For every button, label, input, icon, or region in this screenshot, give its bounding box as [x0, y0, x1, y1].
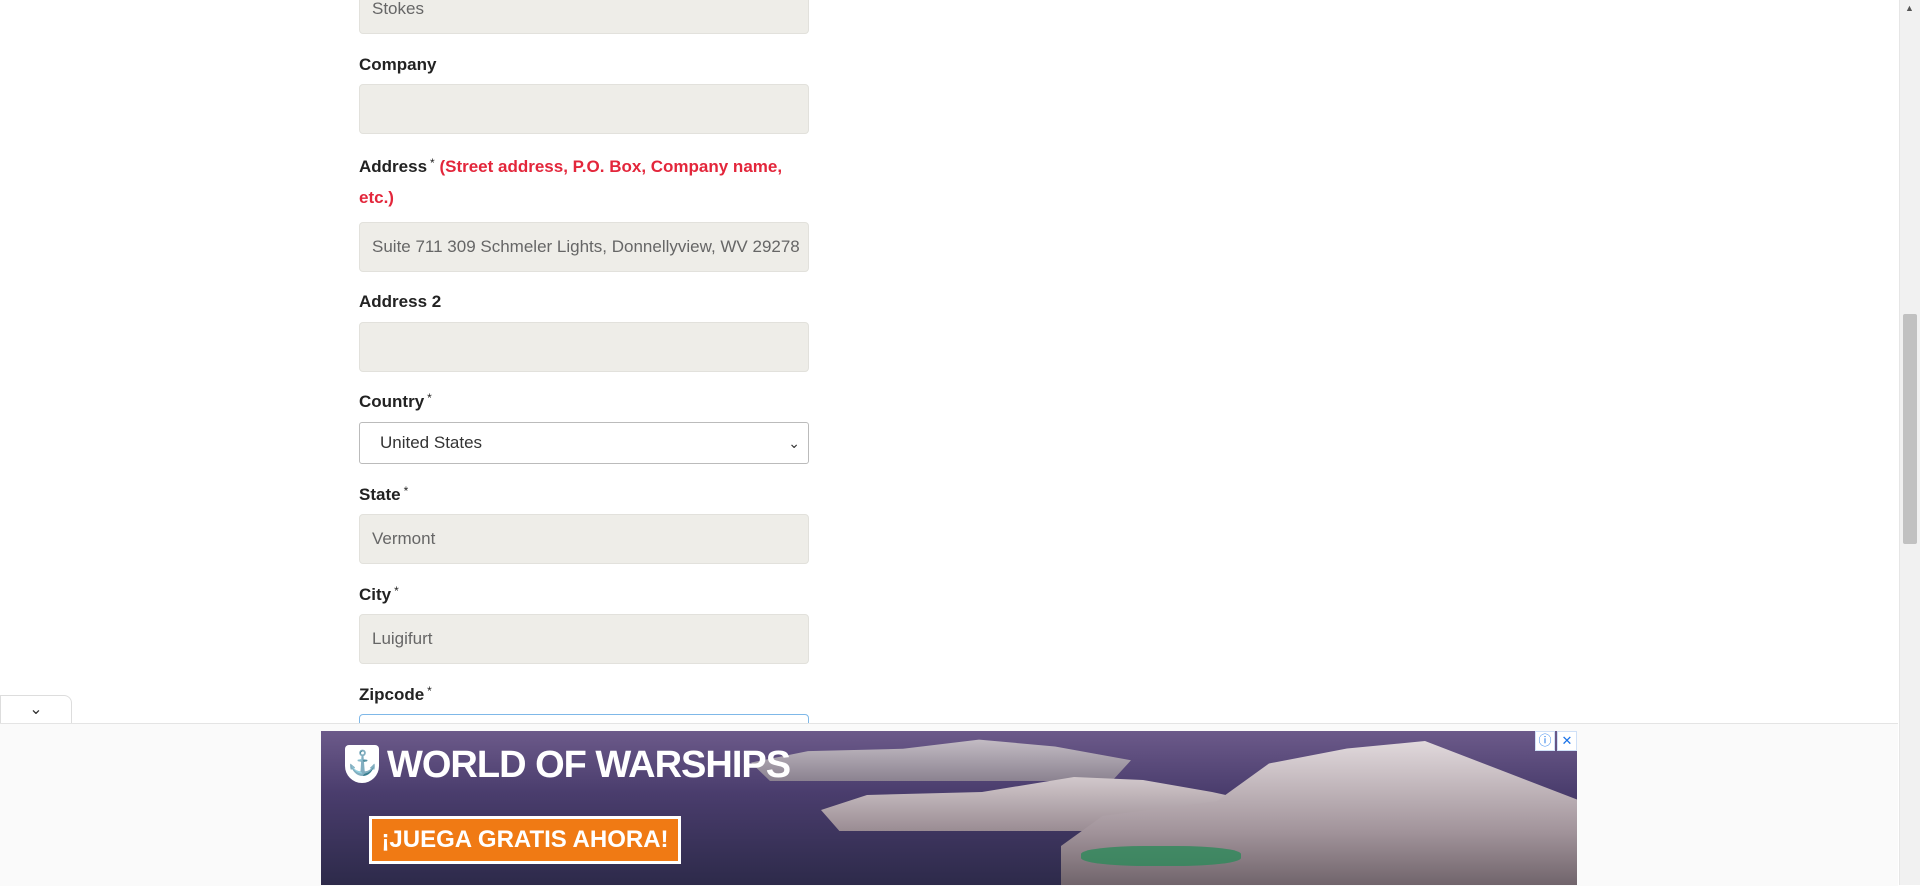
- scrollbar-thumb[interactable]: [1903, 314, 1917, 544]
- chevron-down-icon: ⌄: [788, 435, 800, 451]
- ad-cta-button[interactable]: ¡JUEGA GRATIS AHORA!: [369, 816, 681, 864]
- address2-field[interactable]: [359, 322, 809, 372]
- company-label: Company: [359, 50, 436, 80]
- ship-image: [751, 739, 1131, 781]
- zipcode-label: Zipcode *: [359, 680, 432, 710]
- ad-collapse-toggle[interactable]: ⌄: [0, 695, 72, 723]
- zipcode-label-text: Zipcode: [359, 685, 425, 704]
- anchor-icon: ⚓: [345, 744, 379, 783]
- state-field[interactable]: Vermont: [359, 514, 809, 564]
- company-label-text: Company: [359, 55, 437, 74]
- address-label: Address * (Street address, P.O. Box, Comp…: [359, 152, 782, 182]
- address2-label: Address 2: [359, 287, 441, 317]
- address-hint-line2: etc.): [359, 188, 394, 207]
- address-hint-cont: etc.): [359, 183, 394, 213]
- close-icon[interactable]: ✕: [1557, 731, 1577, 751]
- address-label-text: Address: [359, 157, 428, 176]
- country-label-text: Country: [359, 392, 425, 411]
- address-hint: (Street address, P.O. Box, Company name,: [439, 157, 783, 176]
- country-label: Country *: [359, 387, 432, 417]
- state-label-text: State: [359, 485, 401, 504]
- city-label: City *: [359, 580, 399, 610]
- required-mark: *: [394, 584, 399, 598]
- required-mark: *: [427, 684, 432, 698]
- country-selected-value: United States: [380, 433, 483, 452]
- address2-label-text: Address 2: [359, 292, 442, 311]
- state-label: State *: [359, 480, 408, 510]
- required-mark: *: [430, 156, 435, 170]
- ad-controls: ⓘ ✕: [1533, 731, 1577, 751]
- required-mark: *: [427, 391, 432, 405]
- ad-banner[interactable]: ⚓ WORLD OF WARSHIPS ¡JUEGA GRATIS AHORA! …: [321, 731, 1577, 885]
- chevron-down-icon: ⌄: [29, 701, 43, 718]
- scroll-up-icon[interactable]: ▲: [1905, 3, 1914, 13]
- ship-accent: [1081, 846, 1241, 866]
- ad-brand-logo: ⚓ WORLD OF WARSHIPS: [345, 743, 791, 787]
- ad-brand-text: WORLD OF WARSHIPS: [387, 744, 791, 786]
- country-select[interactable]: United States ⌄: [359, 422, 809, 464]
- last-name-field[interactable]: Stokes: [359, 0, 809, 34]
- city-label-text: City: [359, 585, 392, 604]
- company-field[interactable]: [359, 84, 809, 134]
- vertical-scrollbar[interactable]: ▲: [1899, 0, 1920, 885]
- city-field[interactable]: Luigifurt: [359, 614, 809, 664]
- required-mark: *: [403, 484, 409, 498]
- address-field[interactable]: Suite 711 309 Schmeler Lights, Donnellyv…: [359, 222, 809, 272]
- info-icon[interactable]: ⓘ: [1535, 731, 1555, 751]
